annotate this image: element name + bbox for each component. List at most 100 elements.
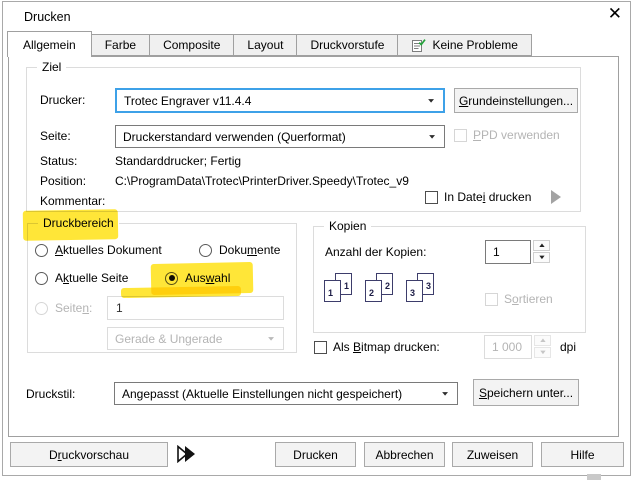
checkbox-box [485,293,498,306]
copies-spinner: 1 ▲ ▼ [485,240,550,264]
als-bitmap-checkbox[interactable]: Als Bitmap drucken: [314,340,440,354]
radio-label: Aktuelle Seite [55,271,128,285]
copies-input[interactable]: 1 [485,240,531,264]
gerade-ungerade-select: Gerade & Ungerade ▼ [107,327,284,350]
page-number: 2 [385,282,390,291]
radio-aktuelles-dokument[interactable]: Aktuelles Dokument [35,243,162,257]
kopien-group-label: Kopien [324,219,371,233]
collate-pair: 2 2 [365,273,395,310]
drucker-select[interactable]: Trotec Engraver v11.4.4 ▼ [115,88,445,113]
radio-auswahl[interactable]: Auswahl [165,271,230,285]
tab-allgemein[interactable]: Allgemein [7,31,92,57]
down-arrow-icon: ▼ [538,350,547,356]
tab-label: Layout [247,38,283,52]
seite-label: Seite: [40,129,71,143]
radio-circle [165,272,178,285]
page-glyph: 1 [324,280,341,302]
ziel-group: Ziel Drucker: Trotec Engraver v11.4.4 ▼ … [26,67,581,212]
grundeinstellungen-button[interactable]: Grundeinstellungen... [454,88,578,113]
druckbereich-group-label: Druckbereich [38,216,119,230]
collate-pair: 3 3 [406,273,436,310]
radio-seiten: Seiten: [35,301,92,315]
speichern-unter-button[interactable]: Speichern unter... [473,379,579,406]
spin-buttons: ▲ ▼ [533,240,550,264]
spin-up-button[interactable]: ▲ [533,240,550,251]
chevron-down-icon: ▼ [440,390,450,397]
tab-composite[interactable]: Composite [149,34,234,56]
checkbox-box [454,129,467,142]
abbrechen-button[interactable]: Abbrechen [364,442,445,467]
dpi-spinner: 1 000 ▲ ▼ [484,335,551,359]
radio-label: Seiten: [55,301,92,315]
radio-dokumente[interactable]: Dokumente [199,243,280,257]
radio-label: Dokumente [219,243,280,257]
tab-label: Farbe [105,38,136,52]
sortieren-checkbox: Sortieren [485,292,553,306]
radio-circle [199,244,212,257]
hilfe-button[interactable]: Hilfe [541,442,624,467]
document-check-icon [411,38,426,53]
background-scrollbar-artifact [587,474,601,480]
tab-page-allgemein: Ziel Drucker: Trotec Engraver v11.4.4 ▼ … [8,56,619,437]
dialog-title: Drucken [24,10,71,24]
drucker-label: Drucker: [40,93,85,107]
up-arrow-icon: ▲ [537,243,546,249]
tab-farbe[interactable]: Farbe [91,34,150,56]
chevron-down-icon: ▼ [266,335,276,342]
checkbox-box [314,341,327,354]
checkbox-label: In Datei drucken [444,190,531,204]
down-arrow-icon: ▼ [537,255,546,261]
page-number: 3 [410,289,415,298]
page-number: 1 [328,289,333,298]
radio-circle [35,244,48,257]
page-number: 2 [369,289,374,298]
zuweisen-button[interactable]: Zuweisen [452,442,533,467]
collate-pair: 1 1 [324,273,354,310]
druckvorschau-button[interactable]: Druckvorschau [10,442,168,467]
druckstil-value: Angepasst (Aktuelle Einstellungen nicht … [122,387,402,401]
tab-label: Allgemein [23,38,76,52]
dpi-unit-label: dpi [560,340,576,354]
tab-label: Composite [163,38,220,52]
ziel-group-label: Ziel [37,60,66,74]
status-value: Standarddrucker; Fertig [115,154,241,168]
radio-label: Aktuelles Dokument [55,243,162,257]
status-label: Status: [40,154,77,168]
checkbox-box [425,191,438,204]
tab-layout[interactable]: Layout [233,34,297,56]
expand-preview-icon[interactable] [176,445,200,463]
seiten-value: 1 [116,301,123,315]
expand-arrow-icon[interactable] [551,190,561,204]
spin-down-button[interactable]: ▼ [533,252,550,263]
tab-strip: Allgemein Farbe Composite Layout Druckvo… [8,31,532,57]
seite-value: Druckerstandard verwenden (Querformat) [123,130,346,144]
print-dialog: Drucken ✕ Allgemein Farbe Composite Layo… [0,0,636,480]
tab-druckvorstufe[interactable]: Druckvorstufe [296,34,398,56]
spin-buttons: ▲ ▼ [534,335,551,359]
page-glyph: 2 [365,280,382,302]
radio-circle [35,272,48,285]
radio-circle [35,302,48,315]
ppd-checkbox: PPD verwenden [454,128,560,142]
collate-pages-icon: 1 1 2 2 3 3 [324,273,436,310]
druckstil-select[interactable]: Angepasst (Aktuelle Einstellungen nicht … [114,382,458,405]
gerade-ungerade-value: Gerade & Ungerade [115,332,222,346]
tab-label: Druckvorstufe [310,38,384,52]
spin-down-button: ▼ [534,347,551,358]
dpi-input: 1 000 [484,335,532,359]
page-number: 1 [344,282,349,291]
tab-label: Keine Probleme [432,38,517,52]
in-datei-drucken-checkbox[interactable]: In Datei drucken [425,190,531,204]
seiten-input[interactable]: 1 [107,296,284,320]
kommentar-label: Kommentar: [40,194,105,208]
radio-aktuelle-seite[interactable]: Aktuelle Seite [35,271,128,285]
close-icon[interactable]: ✕ [608,5,622,22]
tab-keine-probleme[interactable]: Keine Probleme [397,34,531,56]
drucker-value: Trotec Engraver v11.4.4 [124,94,251,108]
page-number: 3 [426,282,431,291]
drucken-button[interactable]: Drucken [275,442,356,467]
position-label: Position: [40,174,86,188]
position-value: C:\ProgramData\Trotec\PrinterDriver.Spee… [115,174,409,188]
seite-select[interactable]: Druckerstandard verwenden (Querformat) ▼ [115,125,445,148]
druckstil-label: Druckstil: [26,387,75,401]
